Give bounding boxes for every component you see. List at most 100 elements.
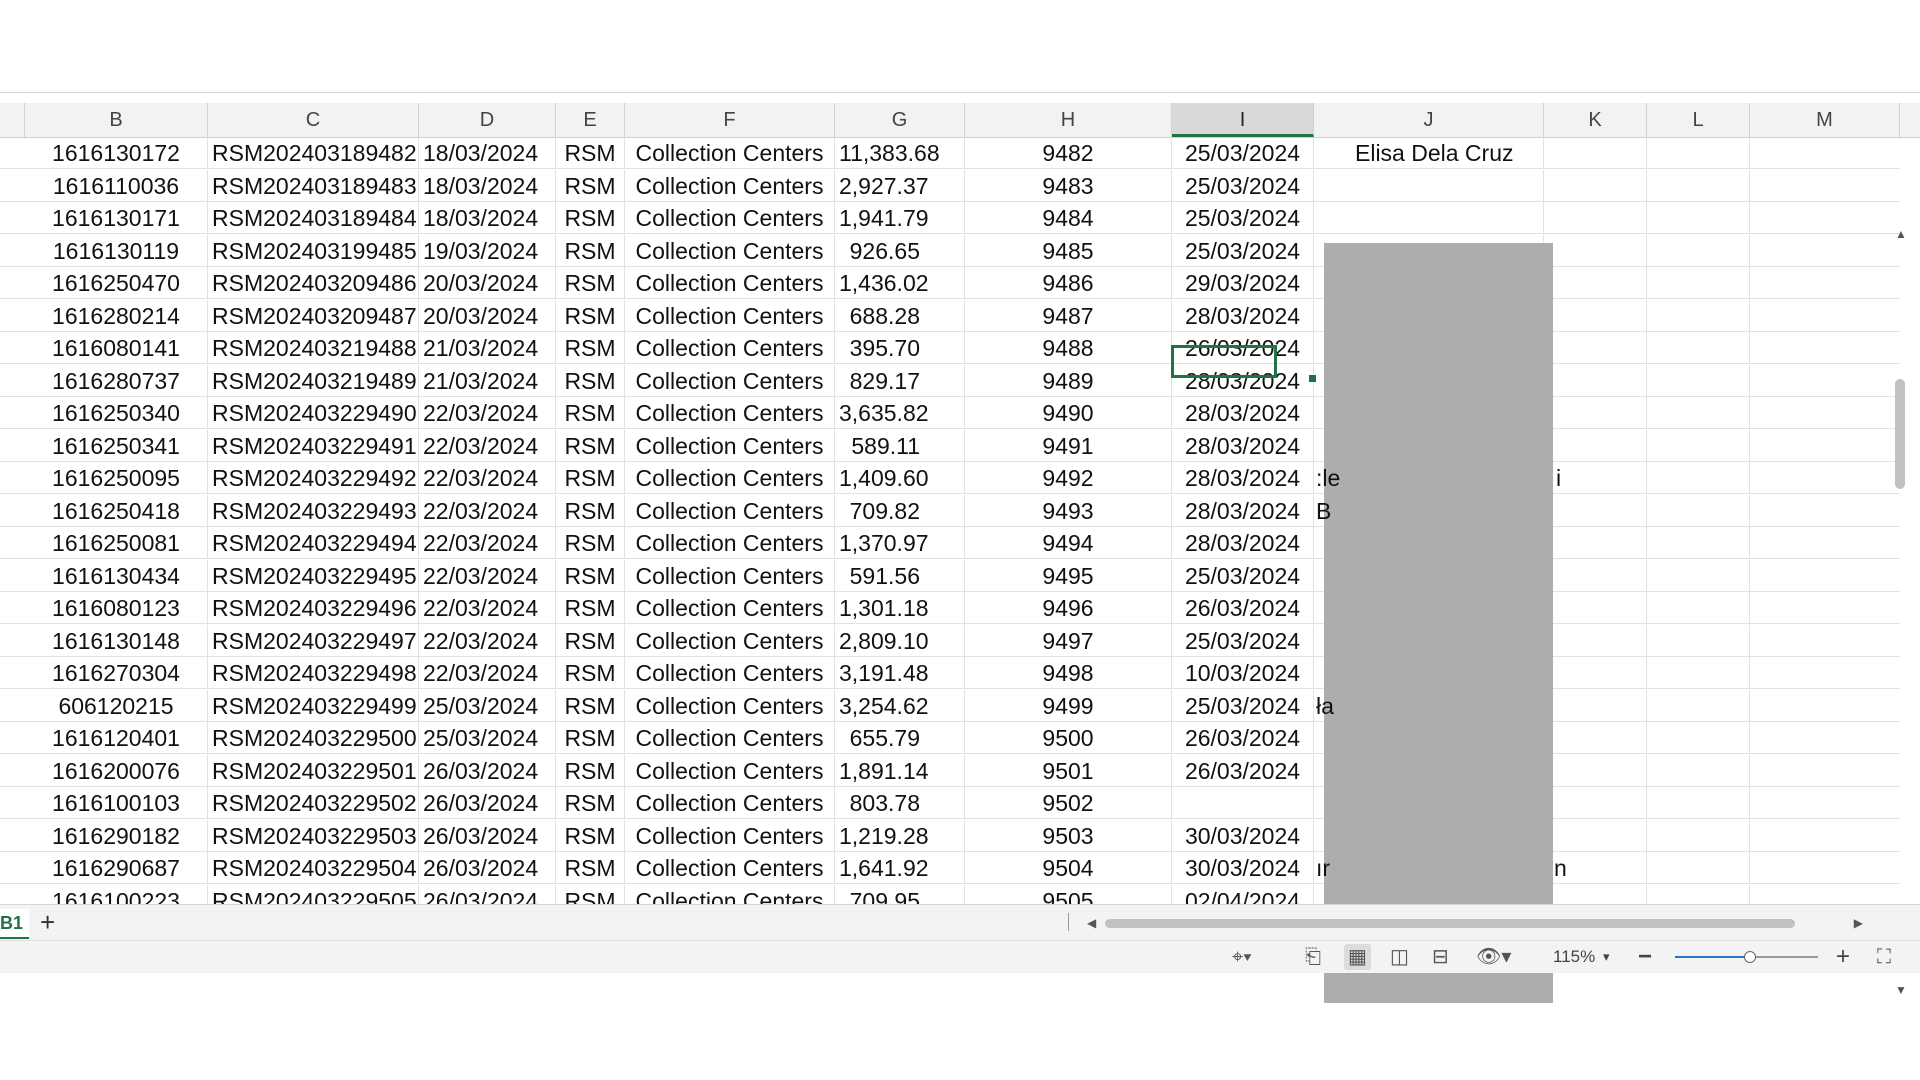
cell-g[interactable]: 1,891.14 [835,754,965,787]
cell-e[interactable]: RSM [556,754,625,787]
cell-e[interactable]: RSM [556,364,625,397]
cell-g[interactable]: 2,809.10 [835,624,965,657]
cell-h[interactable]: 9495 [965,559,1172,592]
cell-h[interactable]: 9491 [965,429,1172,462]
cell-f[interactable]: Collection Centers [625,364,835,397]
cell-d[interactable]: 20/03/2024 [419,299,556,332]
cell-c[interactable]: RSM202403219489 [208,364,419,397]
scroll-left-icon[interactable]: ◀ [1087,916,1096,930]
cell-b[interactable]: 1616250081 [25,527,208,559]
cell-c[interactable]: RSM202403209486 [208,267,419,299]
cell-g[interactable]: 591.56 [835,559,965,592]
cell-i[interactable]: 28/03/2024 [1172,462,1314,494]
cell-g[interactable]: 395.70 [835,332,965,364]
cell-e[interactable]: RSM [556,624,625,657]
cell-l[interactable] [1647,559,1750,592]
accessibility-icon[interactable]: ⌖▾ [1232,944,1252,970]
cell-m[interactable] [1750,592,1900,624]
cell-c[interactable]: RSM202403229500 [208,722,419,754]
scroll-right-icon[interactable]: ▶ [1854,916,1863,930]
cell-f[interactable]: Collection Centers [625,819,835,852]
cell-b[interactable]: 606120215 [25,689,208,722]
cell-h[interactable]: 9501 [965,754,1172,787]
cell-k[interactable] [1544,527,1647,559]
cell-k[interactable] [1544,689,1647,722]
cell-k[interactable] [1544,332,1647,364]
vertical-scrollbar[interactable]: ▲ ▼ [1892,227,1908,997]
cell-i[interactable]: 28/03/2024 [1172,397,1314,429]
cell-g[interactable]: 1,301.18 [835,592,965,624]
cell-m[interactable] [1750,267,1900,299]
cell-l[interactable] [1647,364,1750,397]
cell-e[interactable]: RSM [556,527,625,559]
cell-e[interactable]: RSM [556,689,625,722]
cell-g[interactable]: 11,383.68 [835,137,965,169]
add-sheet-button[interactable]: + [40,907,55,937]
cell-i[interactable]: 30/03/2024 [1172,852,1314,884]
column-header-g[interactable]: G [835,103,965,137]
cell-l[interactable] [1647,202,1750,234]
cell-h[interactable]: 9494 [965,527,1172,559]
cell-c[interactable]: RSM202403189482 [208,137,419,169]
cell-e[interactable]: RSM [556,657,625,689]
cell-l[interactable] [1647,234,1750,267]
cell-f[interactable]: Collection Centers [625,657,835,689]
column-header-k[interactable]: K [1544,103,1647,137]
cell-e[interactable]: RSM [556,332,625,364]
cell-m[interactable] [1750,820,1900,852]
cell-i[interactable]: 25/03/2024 [1172,137,1314,169]
cell-l[interactable] [1647,819,1750,852]
cell-d[interactable]: 22/03/2024 [419,527,556,559]
cell-k[interactable] [1544,299,1647,332]
cell-i[interactable]: 26/03/2024 [1172,754,1314,787]
cell-f[interactable]: Collection Centers [625,462,835,494]
cell-m[interactable] [1750,527,1900,559]
cell-f[interactable]: Collection Centers [625,559,835,592]
cell-i[interactable]: 10/03/2024 [1172,657,1314,689]
cell-b[interactable]: 1616130171 [25,202,208,234]
cell-b[interactable]: 1616200076 [25,754,208,787]
cell-b[interactable]: 1616250341 [25,429,208,462]
cell-e[interactable]: RSM [556,592,625,624]
cell-m[interactable] [1750,300,1900,332]
cell-l[interactable] [1647,754,1750,787]
cell-m[interactable] [1750,235,1900,267]
cell-m[interactable] [1750,495,1900,527]
cell-f[interactable]: Collection Centers [625,852,835,884]
cell-b[interactable]: 1616130119 [25,234,208,267]
cell-l[interactable] [1647,332,1750,364]
cell-h[interactable]: 9488 [965,332,1172,364]
cell-e[interactable]: RSM [556,299,625,332]
column-header-e[interactable]: E [556,103,625,137]
cell-d[interactable]: 22/03/2024 [419,429,556,462]
cell-d[interactable]: 22/03/2024 [419,494,556,527]
cell-c[interactable]: RSM202403229495 [208,559,419,592]
cell-h[interactable]: 9492 [965,462,1172,494]
cell-f[interactable]: Collection Centers [625,592,835,624]
cell-g[interactable]: 3,254.62 [835,689,965,722]
cell-c[interactable]: RSM202403219488 [208,332,419,364]
cell-k[interactable] [1544,137,1647,169]
cell-f[interactable]: Collection Centers [625,689,835,722]
cell-g[interactable]: 688.28 [835,299,965,332]
cell-k[interactable] [1544,592,1647,624]
cell-l[interactable] [1647,169,1750,202]
cell-l[interactable] [1647,722,1750,754]
cell-m[interactable] [1750,332,1900,364]
cell-i[interactable] [1172,787,1314,819]
cell-l[interactable] [1647,267,1750,299]
cell-d[interactable]: 26/03/2024 [419,787,556,819]
cell-f[interactable]: Collection Centers [625,787,835,819]
cell-l[interactable] [1647,527,1750,559]
fill-handle[interactable] [1309,375,1316,382]
cell-b[interactable]: 1616280737 [25,364,208,397]
cell-k[interactable] [1544,234,1647,267]
cell-l[interactable] [1647,299,1750,332]
cell-c[interactable]: RSM202403189484 [208,202,419,234]
cell-c[interactable]: RSM202403229498 [208,657,419,689]
cell-l[interactable] [1647,787,1750,819]
page-break-preview-icon[interactable]: ⊟ [1432,944,1449,970]
cell-b[interactable]: 1616130434 [25,559,208,592]
cell-i[interactable]: 28/03/2024 [1172,429,1314,462]
cell-m[interactable] [1750,430,1900,462]
